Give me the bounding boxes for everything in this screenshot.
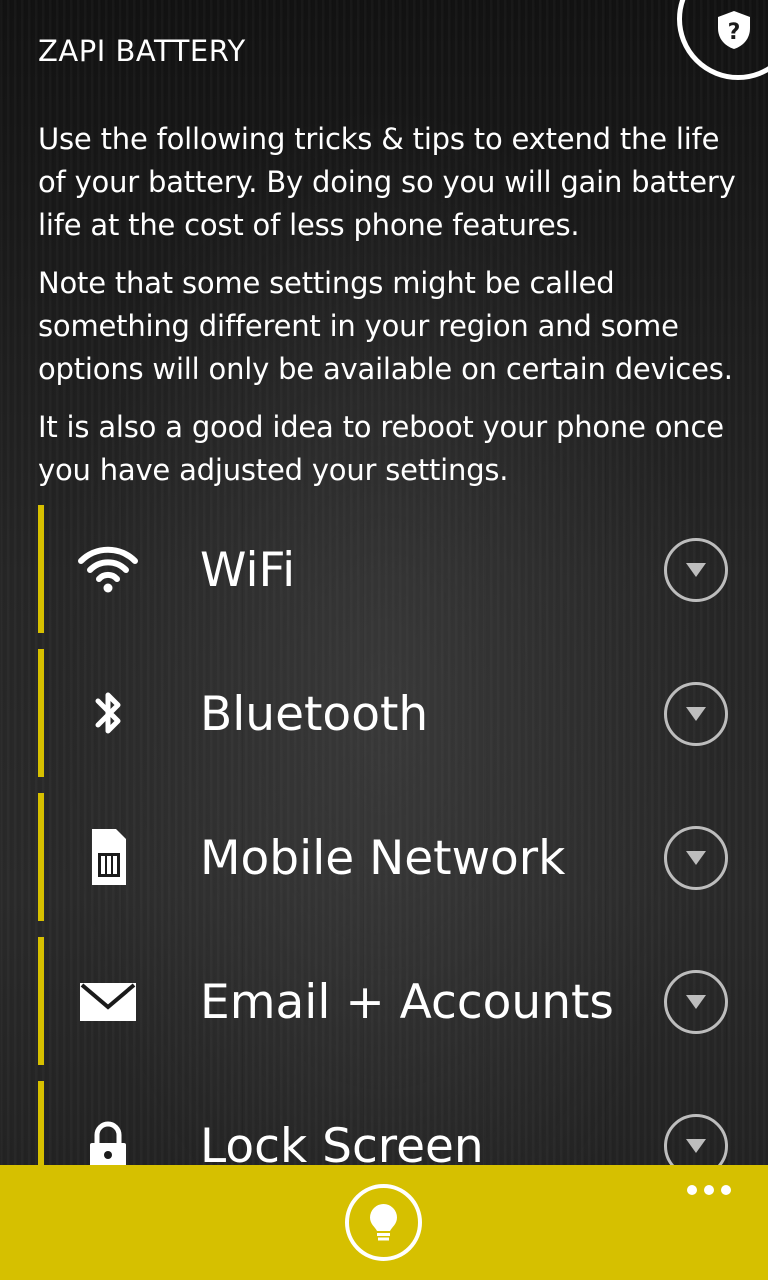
intro-text: Use the following tricks & tips to exten… — [38, 118, 753, 507]
app-title: ZAPI BATTERY — [38, 34, 246, 68]
intro-paragraph: Use the following tricks & tips to exten… — [38, 122, 736, 242]
chevron-down-icon — [686, 563, 706, 577]
intro-paragraph: It is also a good idea to reboot your ph… — [38, 410, 724, 487]
tip-label: Email + Accounts — [200, 975, 614, 1030]
tip-label: WiFi — [200, 543, 296, 598]
chevron-down-icon — [686, 851, 706, 865]
tips-list: WiFi Bluetooth Mobile Network Email + Ac… — [0, 505, 768, 1225]
expand-button[interactable] — [664, 970, 728, 1034]
shield-question-icon[interactable]: ? — [716, 10, 752, 50]
chevron-down-icon — [686, 995, 706, 1009]
tip-item-mobile-network[interactable]: Mobile Network — [0, 793, 768, 921]
expand-button[interactable] — [664, 826, 728, 890]
expand-button[interactable] — [664, 538, 728, 602]
bluetooth-icon — [95, 692, 121, 734]
accent-bar — [38, 649, 44, 777]
app-bar — [0, 1165, 768, 1280]
tip-item-bluetooth[interactable]: Bluetooth — [0, 649, 768, 777]
intro-paragraph: Note that some settings might be called … — [38, 266, 733, 386]
envelope-icon — [80, 983, 136, 1021]
lightbulb-icon — [370, 1204, 397, 1241]
ellipsis-icon[interactable] — [686, 1183, 732, 1197]
tip-item-wifi[interactable]: WiFi — [0, 505, 768, 633]
tip-label: Bluetooth — [200, 687, 429, 742]
svg-text:?: ? — [728, 20, 741, 45]
sim-card-icon — [92, 829, 126, 885]
chevron-down-icon — [686, 1139, 706, 1153]
accent-bar — [38, 793, 44, 921]
wifi-icon — [78, 546, 138, 593]
accent-bar — [38, 505, 44, 633]
expand-button[interactable] — [664, 682, 728, 746]
accent-bar — [38, 937, 44, 1065]
tip-label: Mobile Network — [200, 831, 566, 886]
chevron-down-icon — [686, 707, 706, 721]
tips-button[interactable] — [345, 1184, 422, 1261]
tip-item-email-accounts[interactable]: Email + Accounts — [0, 937, 768, 1065]
